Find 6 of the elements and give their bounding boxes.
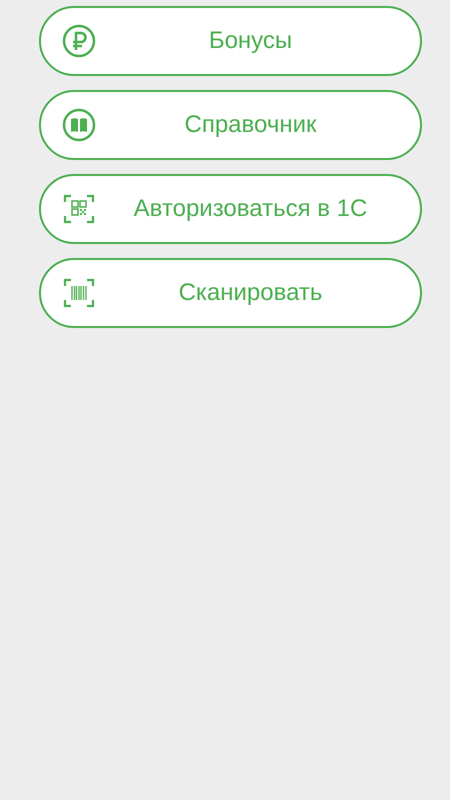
menu-button[interactable]: Бонусы	[39, 6, 422, 76]
book-icon	[61, 107, 97, 143]
menu-button[interactable]: Справочник	[39, 90, 422, 160]
ruble-icon	[61, 23, 97, 59]
menu-button[interactable]: Сканировать	[39, 258, 422, 328]
menu-button[interactable]: Авторизоваться в 1С	[39, 174, 422, 244]
